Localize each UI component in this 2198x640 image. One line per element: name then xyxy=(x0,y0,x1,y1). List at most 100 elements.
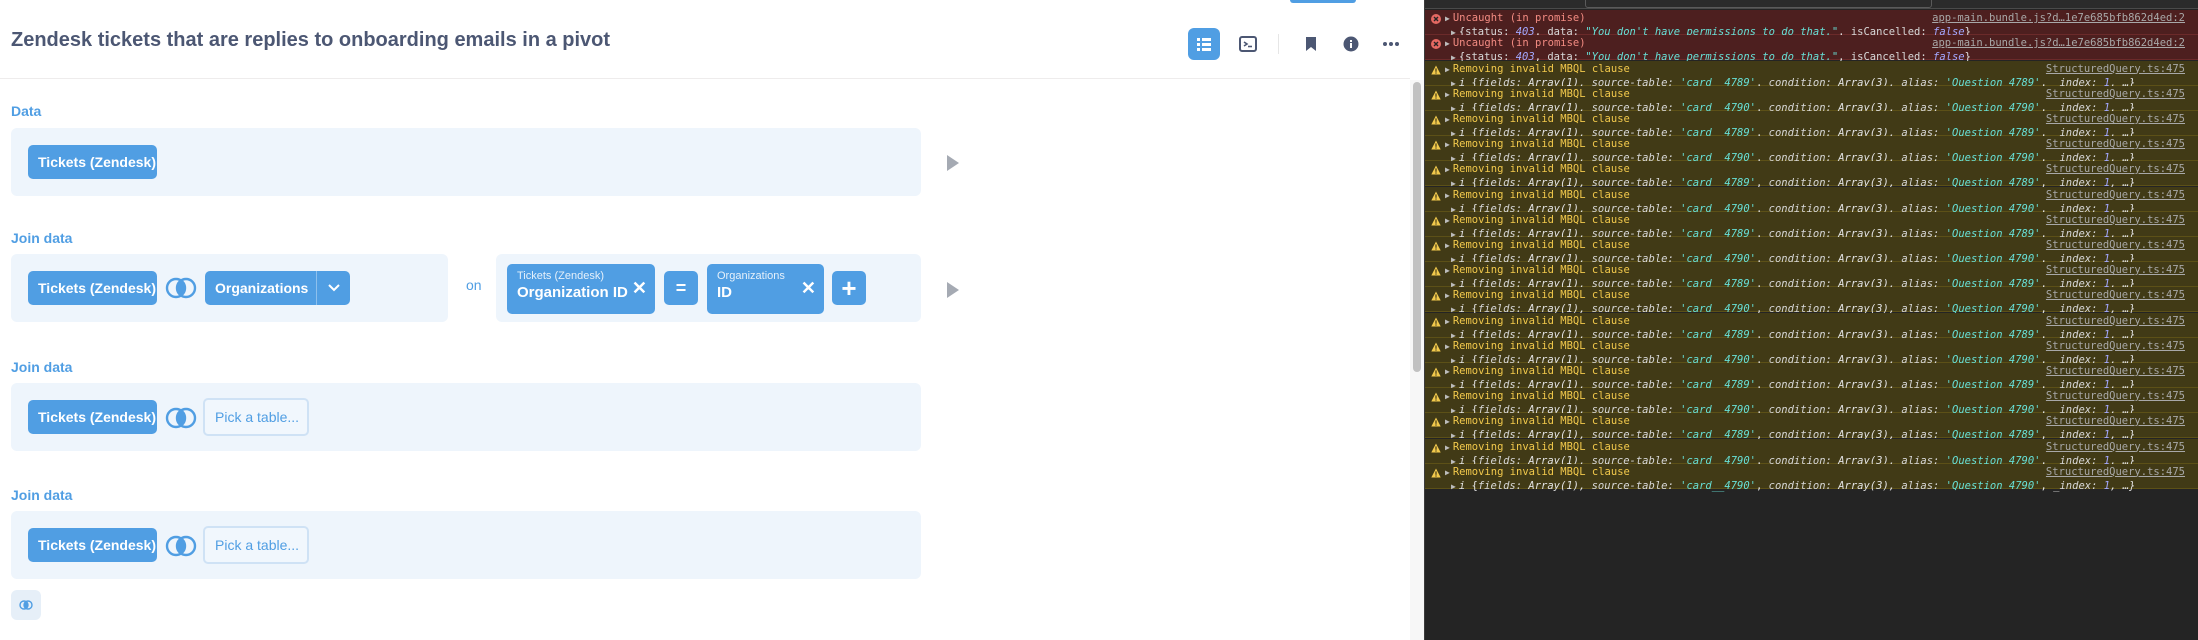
pick-table-button[interactable]: Pick a table... xyxy=(203,526,309,564)
console-source-link[interactable]: app-main.bundle.js?d…1e7e685bfb862d4ed:2 xyxy=(1932,37,2185,49)
console-message-label: Removing invalid MBQL clause xyxy=(1452,238,1630,251)
header-divider xyxy=(1278,34,1279,54)
console-warning-message[interactable]: ▶ Removing invalid MBQL clause StructuredQ… xyxy=(1425,438,2198,467)
console-warning-message[interactable]: ▶ Removing invalid MBQL clause StructuredQ… xyxy=(1425,463,2198,492)
console-source-link[interactable]: StructuredQuery.ts:475 xyxy=(2046,88,2185,100)
join-step-label: Join data xyxy=(11,359,73,375)
join-on-label: on xyxy=(466,277,482,293)
console-warning-message[interactable]: ▶ Removing invalid MBQL clause StructuredQ… xyxy=(1425,262,2198,290)
console-message-label: Removing invalid MBQL clause xyxy=(1452,213,1630,226)
page-scrollbar[interactable] xyxy=(1410,80,1424,640)
console-message-text: ▶ Uncaught (in promise) xyxy=(1445,12,1586,24)
console-message-text: ▶ Removing invalid MBQL clause xyxy=(1445,340,1630,352)
expand-triangle-icon: ▶ xyxy=(1445,240,1450,250)
expand-triangle-icon: ▶ xyxy=(1445,165,1450,175)
console-error-message[interactable]: ▶ Uncaught (in promise) app-main.bundle.js… xyxy=(1425,35,2198,63)
close-icon[interactable]: ✕ xyxy=(632,278,647,299)
join-right-column-pill[interactable]: Organizations ID ✕ xyxy=(707,264,824,314)
console-source-link[interactable]: StructuredQuery.ts:475 xyxy=(2046,189,2185,201)
preview-button[interactable] xyxy=(947,282,959,298)
warning-icon xyxy=(1431,342,1441,352)
console-source-link[interactable]: StructuredQuery.ts:475 xyxy=(2046,264,2185,276)
console-warning-message[interactable]: ▶ Removing invalid MBQL clause StructuredQ… xyxy=(1425,85,2198,114)
console-token: , …} xyxy=(2110,479,2136,492)
join-operator-button[interactable]: = xyxy=(664,271,698,305)
console-source-link[interactable]: StructuredQuery.ts:475 xyxy=(2046,138,2185,150)
join-table-dropdown-button[interactable] xyxy=(316,271,350,305)
bookmark-button[interactable] xyxy=(1295,28,1327,60)
expand-triangle-icon: ▶ xyxy=(1445,341,1450,351)
join-left-table-pill: Tickets (Zendesk) xyxy=(28,400,157,434)
console-source-link[interactable]: StructuredQuery.ts:475 xyxy=(2046,63,2185,75)
notebook-toggle-button[interactable] xyxy=(1188,28,1220,60)
console-message-text: ▶ Removing invalid MBQL clause xyxy=(1445,466,1630,478)
scrollbar-thumb[interactable] xyxy=(1413,82,1421,372)
console-source-link[interactable]: StructuredQuery.ts:475 xyxy=(2046,390,2185,402)
preview-button[interactable] xyxy=(947,155,959,171)
console-warning-message[interactable]: ▶ Removing invalid MBQL clause StructuredQ… xyxy=(1425,186,2198,215)
console-warning-message[interactable]: ▶ Removing invalid MBQL clause StructuredQ… xyxy=(1425,60,2198,89)
console-source-link[interactable]: StructuredQuery.ts:475 xyxy=(2046,365,2185,377)
close-icon[interactable]: ✕ xyxy=(801,278,816,299)
console-message-label: Removing invalid MBQL clause xyxy=(1452,188,1630,201)
console-warning-message[interactable]: ▶ Removing invalid MBQL clause StructuredQ… xyxy=(1425,362,2198,391)
console-source-link[interactable]: StructuredQuery.ts:475 xyxy=(2046,466,2185,478)
console-message-text: ▶ Removing invalid MBQL clause xyxy=(1445,214,1630,226)
expand-triangle-icon: ▶ xyxy=(1445,442,1450,452)
console-error-message[interactable]: ▶ Uncaught (in promise) app-main.bundle.js… xyxy=(1425,10,2198,38)
console-warning-message[interactable]: ▶ Removing invalid MBQL clause StructuredQ… xyxy=(1425,161,2198,189)
console-message-text: ▶ Removing invalid MBQL clause xyxy=(1445,365,1630,377)
console-warning-message[interactable]: ▶ Removing invalid MBQL clause StructuredQ… xyxy=(1425,110,2198,139)
console-warning-message[interactable]: ▶ Removing invalid MBQL clause StructuredQ… xyxy=(1425,337,2198,366)
add-step-button[interactable] xyxy=(11,590,41,620)
console-warning-message[interactable]: ▶ Removing invalid MBQL clause StructuredQ… xyxy=(1425,312,2198,341)
expand-triangle-icon: ▶ xyxy=(1445,266,1450,276)
add-condition-button[interactable]: + xyxy=(832,271,866,305)
join-type-icon[interactable] xyxy=(165,407,197,429)
more-button[interactable] xyxy=(1375,28,1407,60)
console-filter-input[interactable] xyxy=(1585,0,1932,8)
console-warning-message[interactable]: ▶ Removing invalid MBQL clause StructuredQ… xyxy=(1425,136,2198,164)
console-source-link[interactable]: StructuredQuery.ts:475 xyxy=(2046,289,2185,301)
console-source-link[interactable]: StructuredQuery.ts:475 xyxy=(2046,340,2185,352)
console-warning-message[interactable]: ▶ Removing invalid MBQL clause StructuredQ… xyxy=(1425,236,2198,265)
join-left-column-table: Tickets (Zendesk) xyxy=(517,270,605,282)
warning-icon xyxy=(1431,140,1441,150)
join-type-icon[interactable] xyxy=(165,277,197,299)
console-source-link[interactable]: StructuredQuery.ts:475 xyxy=(2046,239,2185,251)
info-button[interactable] xyxy=(1335,28,1367,60)
join-left-column-pill[interactable]: Tickets (Zendesk) Organization ID ✕ xyxy=(507,264,655,314)
console-message-detail[interactable]: ▶ i {fields: Array(1), source-table: 'car… xyxy=(1451,480,2135,492)
console-warning-message[interactable]: ▶ Removing invalid MBQL clause StructuredQ… xyxy=(1425,287,2198,315)
console-message-label: Removing invalid MBQL clause xyxy=(1452,62,1630,75)
console-warning-message[interactable]: ▶ Removing invalid MBQL clause StructuredQ… xyxy=(1425,413,2198,441)
console-source-link[interactable]: StructuredQuery.ts:475 xyxy=(2046,113,2185,125)
expand-triangle-icon: ▶ xyxy=(1445,392,1450,402)
join-step-label: Join data xyxy=(11,230,73,246)
console-source-link[interactable]: StructuredQuery.ts:475 xyxy=(2046,163,2185,175)
console-message-label: Removing invalid MBQL clause xyxy=(1452,339,1630,352)
sql-button[interactable] xyxy=(1232,28,1264,60)
console-source-link[interactable]: app-main.bundle.js?d…1e7e685bfb862d4ed:2 xyxy=(1932,12,2185,24)
expand-triangle-icon: ▶ xyxy=(1445,64,1450,74)
console-source-link[interactable]: StructuredQuery.ts:475 xyxy=(2046,415,2185,427)
console-source-link[interactable]: StructuredQuery.ts:475 xyxy=(2046,441,2185,453)
data-step-label: Data xyxy=(11,103,42,119)
console-warning-message[interactable]: ▶ Removing invalid MBQL clause StructuredQ… xyxy=(1425,388,2198,416)
warning-icon xyxy=(1431,367,1441,377)
console-source-link[interactable]: StructuredQuery.ts:475 xyxy=(2046,315,2185,327)
console-token: Array(1), xyxy=(1528,479,1592,492)
pick-table-button[interactable]: Pick a table... xyxy=(203,398,309,436)
console-message-label: Removing invalid MBQL clause xyxy=(1452,390,1630,403)
console-token: source-table: xyxy=(1591,479,1681,492)
console-source-link[interactable]: StructuredQuery.ts:475 xyxy=(2046,214,2185,226)
join-type-icon[interactable] xyxy=(165,535,197,557)
source-table-pill[interactable]: Tickets (Zendesk) xyxy=(28,145,157,179)
chevron-down-icon xyxy=(327,284,340,292)
join-right-table-pill[interactable]: Organizations xyxy=(205,271,316,305)
page-title: Zendesk tickets that are replies to onbo… xyxy=(11,29,611,51)
console-token: alias: xyxy=(1901,479,1946,492)
expand-triangle-icon: ▶ xyxy=(1445,291,1450,301)
console-warning-message[interactable]: ▶ Removing invalid MBQL clause StructuredQ… xyxy=(1425,211,2198,240)
warning-icon xyxy=(1431,266,1441,276)
